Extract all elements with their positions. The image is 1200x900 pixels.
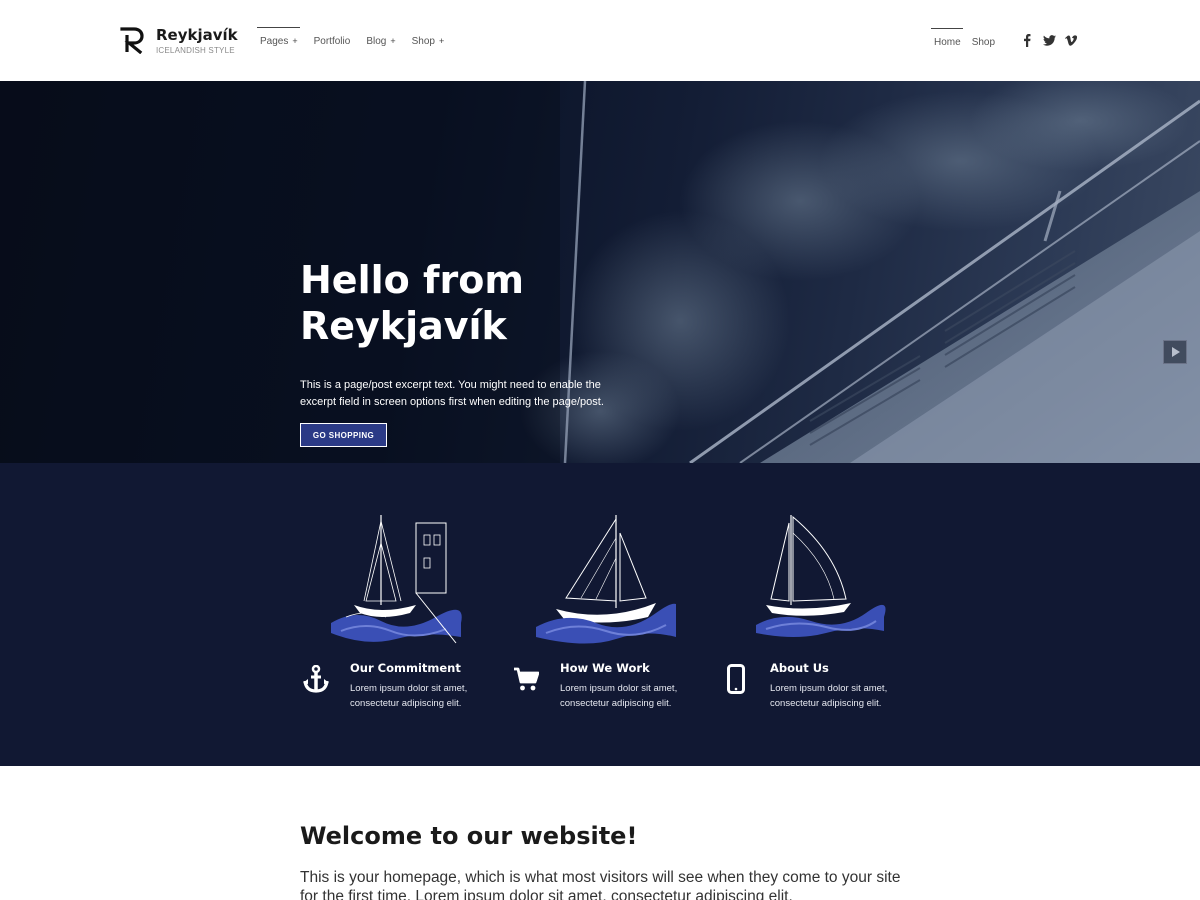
go-shopping-button[interactable]: GO SHOPPING bbox=[300, 423, 387, 447]
hero-title: Hello from Reykjavík bbox=[300, 257, 700, 349]
social-links bbox=[1020, 33, 1086, 47]
play-next-icon[interactable] bbox=[1163, 340, 1187, 364]
plus-icon: + bbox=[292, 36, 298, 46]
sailboat-illustration bbox=[756, 515, 886, 637]
plus-icon: + bbox=[438, 36, 445, 46]
nav-item-home[interactable]: Home bbox=[931, 28, 964, 56]
feature-text: Lorem ipsum dolor sit amet, consectetur … bbox=[350, 683, 468, 709]
secondary-nav: Home Shop bbox=[931, 28, 1003, 56]
plus-icon: + bbox=[390, 36, 396, 46]
twitter-icon[interactable] bbox=[1042, 33, 1056, 47]
nav-item-label: Shop bbox=[971, 37, 996, 48]
feature-title: Our Commitment bbox=[350, 661, 461, 675]
site-logo[interactable]: Reykjavík ICELANDISH STYLE bbox=[120, 26, 238, 55]
nav-item-label: Home bbox=[934, 37, 961, 48]
welcome-text: This is your homepage, which is what mos… bbox=[300, 869, 901, 900]
hero-banner: Hello from Reykjavík This is a page/post… bbox=[0, 81, 1200, 463]
nav-item-label: Blog bbox=[366, 36, 387, 47]
feature-title: How We Work bbox=[560, 661, 650, 675]
nav-item-label: Shop bbox=[411, 36, 435, 47]
hero-excerpt: This is a page/post excerpt text. You mi… bbox=[300, 379, 604, 408]
hero-title-line-1: Hello from bbox=[300, 258, 524, 302]
nav-item-label: Pages bbox=[260, 36, 289, 47]
anchor-icon bbox=[302, 664, 330, 694]
nav-item-portfolio[interactable]: Portfolio bbox=[311, 27, 354, 55]
sailboat-harbor-illustration bbox=[331, 515, 462, 644]
primary-nav: Pages + Portfolio Blog + Shop + bbox=[257, 27, 457, 55]
vimeo-icon[interactable] bbox=[1064, 33, 1078, 47]
hero-title-line-2: Reykjavík bbox=[300, 304, 507, 348]
facebook-icon[interactable] bbox=[1020, 33, 1034, 47]
logo-mark-icon bbox=[120, 27, 144, 54]
nav-item-blog[interactable]: Blog + bbox=[363, 27, 398, 55]
nav-item-label: Portfolio bbox=[313, 36, 351, 47]
nav-item-shop[interactable]: Shop + bbox=[409, 27, 448, 55]
nav-item-shop-secondary[interactable]: Shop bbox=[969, 28, 998, 56]
feature-text: Lorem ipsum dolor sit amet, consectetur … bbox=[770, 683, 888, 709]
site-title[interactable]: Reykjavík bbox=[156, 27, 238, 44]
site-tagline: ICELANDISH STYLE bbox=[156, 46, 235, 55]
feature-title: About Us bbox=[770, 661, 829, 675]
features-section: Our Commitment Lorem ipsum dolor sit ame… bbox=[0, 463, 1200, 766]
site-header: Reykjavík ICELANDISH STYLE Pages + Portf… bbox=[0, 0, 1200, 81]
feature-text: Lorem ipsum dolor sit amet, consectetur … bbox=[560, 683, 678, 709]
sailboat-waves-illustration bbox=[536, 515, 676, 644]
welcome-section: Welcome to our website! This is your hom… bbox=[0, 766, 1200, 900]
nav-item-pages[interactable]: Pages + bbox=[257, 27, 301, 55]
welcome-title: Welcome to our website! bbox=[300, 822, 638, 850]
cart-icon bbox=[512, 664, 540, 694]
mobile-icon bbox=[722, 664, 750, 694]
